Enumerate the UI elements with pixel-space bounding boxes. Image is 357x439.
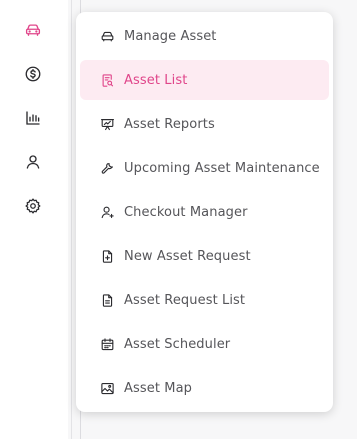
menu-item-asset-map[interactable]: Asset Map	[80, 368, 329, 408]
gear-icon[interactable]	[22, 195, 44, 217]
menu-item-label: Asset Map	[124, 380, 193, 396]
bar-chart-icon[interactable]	[22, 107, 44, 129]
file-plus-icon	[99, 248, 115, 264]
asset-flyout-menu: Manage Asset Asset List Asset Reports Up…	[76, 12, 333, 412]
menu-item-checkout-manager[interactable]: Checkout Manager	[80, 192, 329, 232]
menu-item-label: Asset List	[124, 72, 188, 88]
file-text-icon	[99, 292, 115, 308]
wrench-icon	[99, 160, 115, 176]
list-search-icon	[99, 72, 115, 88]
menu-item-upcoming-asset-maintenance[interactable]: Upcoming Asset Maintenance	[80, 148, 329, 188]
menu-item-asset-reports[interactable]: Asset Reports	[80, 104, 329, 144]
menu-item-label: Checkout Manager	[124, 204, 248, 220]
menu-item-label: Manage Asset	[124, 28, 217, 44]
menu-item-asset-list[interactable]: Asset List	[80, 60, 329, 100]
dollar-circle-icon[interactable]	[22, 63, 44, 85]
menu-item-label: Asset Request List	[124, 292, 246, 308]
car-icon	[99, 28, 115, 44]
presentation-chart-icon	[99, 116, 115, 132]
calendar-icon	[99, 336, 115, 352]
menu-item-label: Asset Scheduler	[124, 336, 231, 352]
sidebar-rail	[0, 0, 68, 439]
user-icon[interactable]	[22, 151, 44, 173]
menu-item-manage-asset[interactable]: Manage Asset	[80, 16, 329, 56]
menu-item-asset-request-list[interactable]: Asset Request List	[80, 280, 329, 320]
menu-item-new-asset-request[interactable]: New Asset Request	[80, 236, 329, 276]
image-map-icon	[99, 380, 115, 396]
menu-item-label: Asset Reports	[124, 116, 215, 132]
menu-item-label: New Asset Request	[124, 248, 251, 264]
rail-divider	[71, 0, 72, 439]
menu-item-asset-scheduler[interactable]: Asset Scheduler	[80, 324, 329, 364]
menu-item-label: Upcoming Asset Maintenance	[124, 160, 320, 176]
user-add-icon	[99, 204, 115, 220]
car-icon[interactable]	[22, 19, 44, 41]
